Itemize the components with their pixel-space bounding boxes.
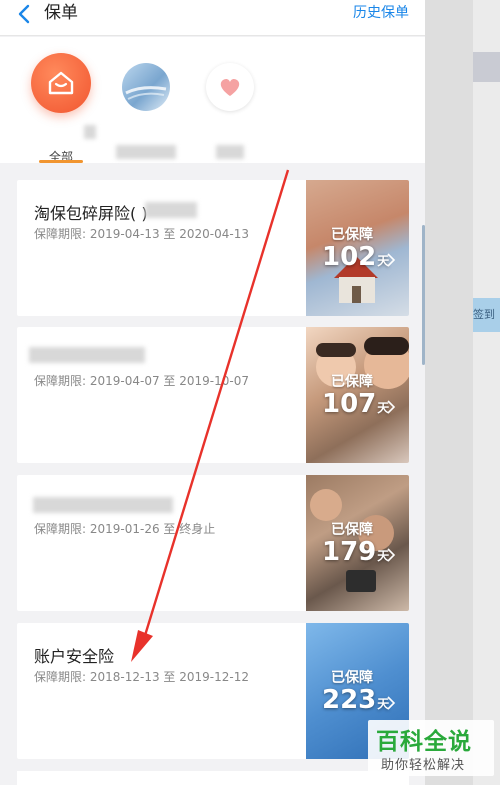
days-value: 102: [322, 242, 377, 272]
policy-card[interactable]: 账户安全险 保障期限: 2018-12-13 至 2019-12-12 已保障 …: [17, 623, 409, 759]
protected-days: 223天: [322, 685, 389, 715]
travel-icon: [122, 63, 170, 111]
policy-period: 保障期限: 2019-01-26 至 终身止: [34, 522, 216, 536]
status-label: 已保障: [331, 522, 373, 538]
policy-period: 保障期限: 2019-04-13 至 2020-04-13: [34, 227, 249, 241]
policy-period: 保障期限: 2019-04-07 至 2019-10-07: [34, 374, 249, 388]
policy-photo: 已保障 102天: [306, 180, 409, 316]
watermark-title: 百科全说: [376, 729, 472, 755]
top-bar: 保单 历史保单: [0, 0, 425, 36]
back-arrow-icon[interactable]: [14, 2, 36, 26]
category-3[interactable]: [196, 53, 266, 159]
status-label: 已保障: [331, 227, 373, 243]
next-card-edge: [17, 771, 409, 785]
blurred-policy-name: [29, 347, 145, 363]
days-value: 223: [322, 685, 377, 715]
background-window-band: [473, 52, 500, 82]
policy-period: 保障期限: 2018-12-13 至 2019-12-12: [34, 670, 249, 684]
blurred-text: [145, 202, 197, 218]
blurred-category-label: [116, 145, 176, 159]
policy-photo: 已保障 107天: [306, 327, 409, 463]
chevron-right-icon: [387, 696, 396, 710]
blurred-policy-name: [33, 497, 173, 513]
history-policies-link[interactable]: 历史保单: [353, 3, 409, 23]
blurred-category-label: [216, 145, 244, 159]
days-value: 107: [322, 389, 377, 419]
watermark-subtitle: 助你轻松解决: [381, 758, 466, 773]
status-label: 已保障: [331, 670, 373, 686]
home-icon: [31, 53, 91, 113]
days-value: 179: [322, 537, 377, 567]
background-window-content: [473, 0, 500, 785]
policy-panel: 保单 历史保单 全部 淘保包碎屏险() 保障期限: 2019-04-13 至 …: [0, 0, 425, 785]
policy-name: 账户安全险: [34, 647, 115, 666]
status-label: 已保障: [331, 374, 373, 390]
checkin-tag-text: 签到: [473, 308, 495, 321]
policy-name-text: 淘保包碎屏险: [34, 204, 131, 223]
policy-photo: 已保障 179天: [306, 475, 409, 611]
policy-card[interactable]: 保障期限: 2019-04-07 至 2019-10-07 已保障 107天: [17, 327, 409, 463]
background-window: 签到: [425, 0, 500, 785]
checkin-tag[interactable]: 签到: [473, 298, 500, 332]
category-bar: 全部: [0, 37, 425, 164]
policy-name: 淘保包碎屏险( ): [34, 200, 148, 224]
chevron-right-icon: [387, 548, 396, 562]
policy-card[interactable]: 淘保包碎屏险( ) 保障期限: 2019-04-13 至 2020-04-13 …: [17, 180, 409, 316]
chevron-right-icon: [387, 400, 396, 414]
protected-days: 107天: [322, 389, 389, 419]
protected-days: 102天: [322, 242, 389, 272]
chevron-right-icon: [387, 253, 396, 267]
heart-icon: [206, 63, 254, 111]
blurred-text: [84, 125, 96, 139]
page-title: 保单: [44, 3, 78, 23]
category-2[interactable]: [112, 53, 182, 159]
policy-card[interactable]: 保障期限: 2019-01-26 至 终身止 已保障 179天: [17, 475, 409, 611]
protected-days: 179天: [322, 537, 389, 567]
background-window-shade: [425, 0, 473, 785]
active-tab-indicator: [39, 160, 83, 163]
watermark-logo: 百科全说 助你轻松解决: [368, 720, 494, 776]
